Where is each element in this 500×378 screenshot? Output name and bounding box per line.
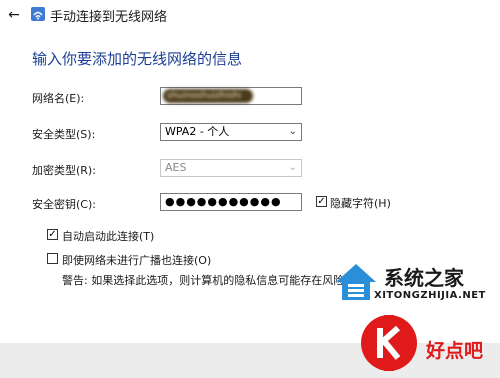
encryption-type-select: AES ⌄ <box>160 159 302 177</box>
watermark-en-text: XITONGZHIJIA.NET <box>374 290 486 301</box>
wifi-network-icon <box>31 7 45 21</box>
security-type-label: 安全类型(S): <box>32 128 96 141</box>
watermark2-text: 好点吧 <box>426 340 484 362</box>
security-key-value: ●●●●●●●●●●● <box>165 195 282 208</box>
encryption-type-label: 加密类型(R): <box>32 164 96 177</box>
auto-connect-label: 自动启动此连接(T) <box>62 230 155 243</box>
security-key-input[interactable]: ●●●●●●●●●●● <box>160 193 302 211</box>
ssid-input[interactable]: shuinoshuizhishi <box>160 87 302 105</box>
watermark-haodianba: 好点吧 <box>356 310 500 378</box>
ssid-value: shuinoshuizhishi <box>163 89 253 103</box>
watermark-xitongzhijia: 系统之家 XITONGZHIJIA.NET <box>332 258 500 310</box>
connect-hidden-label: 即使网络未进行广播也连接(O) <box>62 254 212 267</box>
ssid-label: 网络名(E): <box>32 92 85 105</box>
connect-hidden-checkbox[interactable] <box>47 253 58 264</box>
hide-chars-checkbox[interactable]: ✓ <box>316 196 327 207</box>
auto-connect-checkbox[interactable]: ✓ <box>47 229 58 240</box>
warning-text: 警告: 如果选择此选项，则计算机的隐私信息可能存在风险。 <box>62 274 356 287</box>
watermark-cn-text: 系统之家 <box>384 266 464 290</box>
window-title: 手动连接到无线网络 <box>50 10 168 25</box>
chevron-down-icon: ⌄ <box>288 126 297 137</box>
title-bar: ← 手动连接到无线网络 <box>0 0 500 30</box>
security-type-select[interactable]: WPA2 - 个人 ⌄ <box>160 123 302 141</box>
security-key-label: 安全密钥(C): <box>32 198 96 211</box>
hide-chars-label: 隐藏字符(H) <box>330 197 391 210</box>
form-heading: 输入你要添加的无线网络的信息 <box>32 50 243 68</box>
chevron-down-icon: ⌄ <box>288 162 297 173</box>
k-logo-icon <box>361 315 417 371</box>
house-logo-icon <box>336 264 376 300</box>
security-type-value: WPA2 - 个人 <box>165 125 230 138</box>
encryption-type-value: AES <box>165 161 187 174</box>
back-arrow-icon[interactable]: ← <box>6 7 22 23</box>
